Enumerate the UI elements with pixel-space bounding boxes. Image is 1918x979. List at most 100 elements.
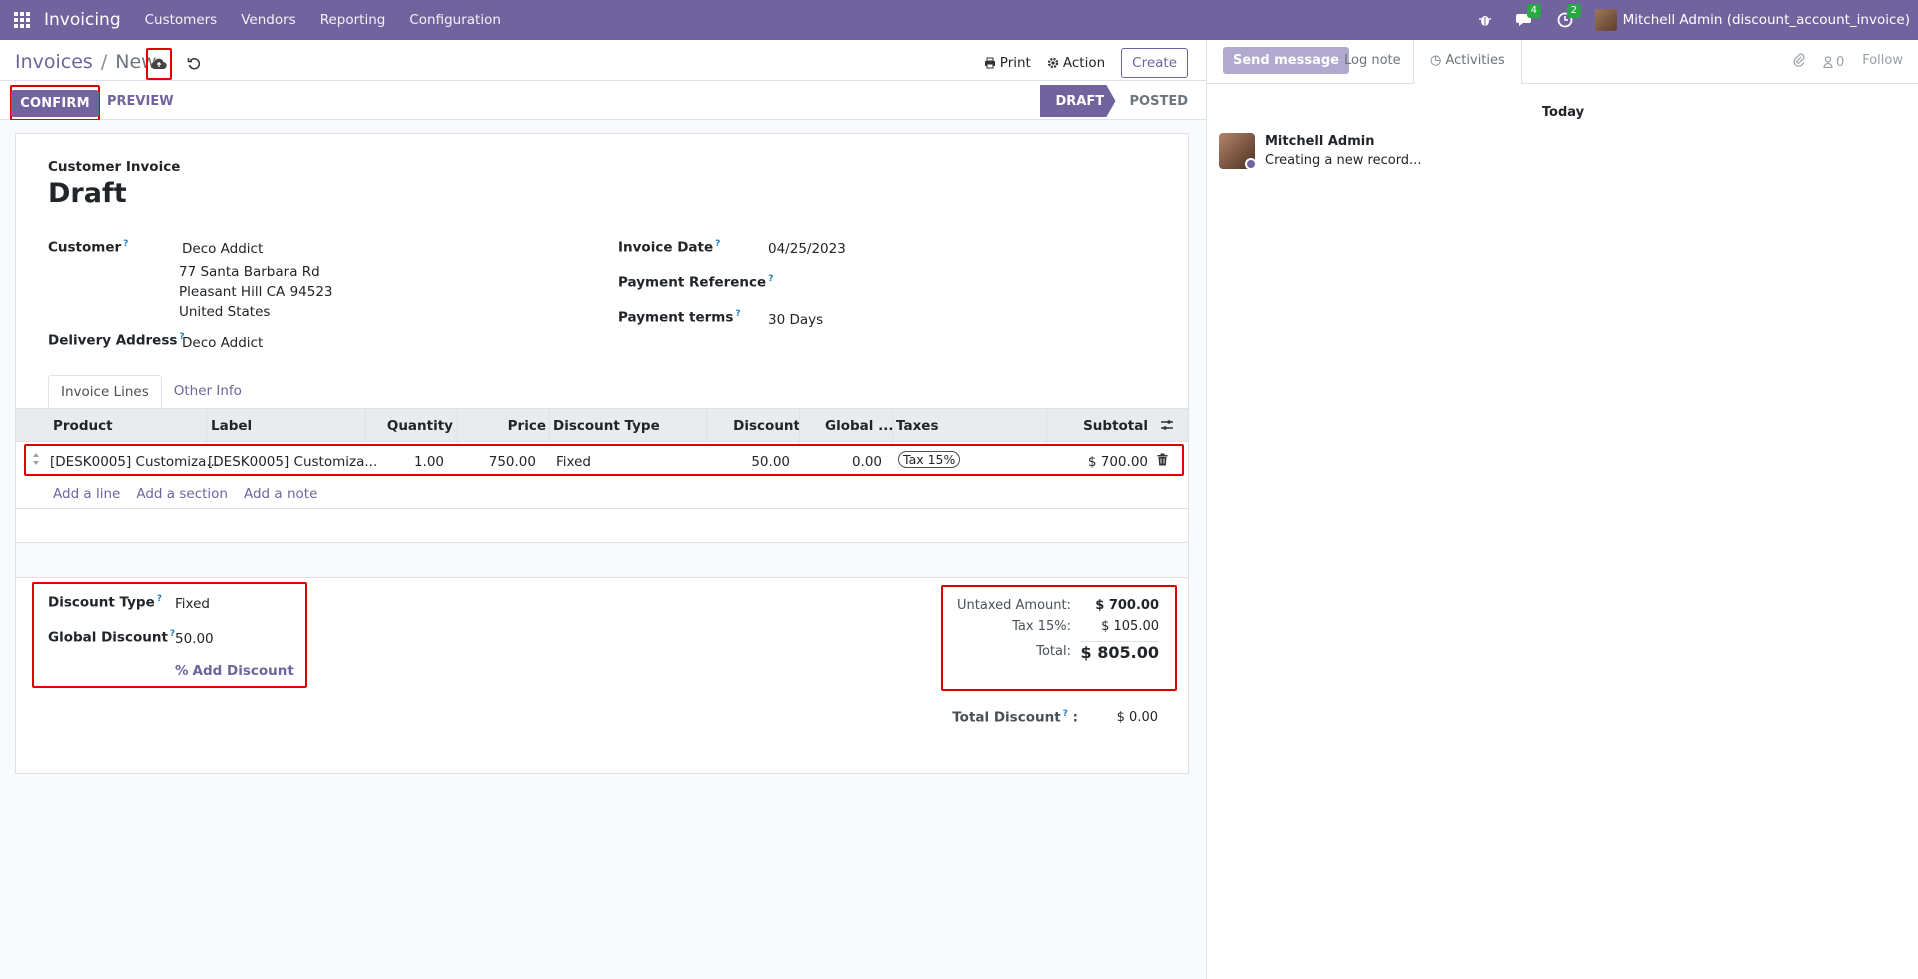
tab-invoice-lines[interactable]: Invoice Lines	[48, 375, 162, 409]
menu-reporting[interactable]: Reporting	[320, 12, 386, 28]
add-discount-label: Add Discount	[192, 663, 294, 679]
confirm-button[interactable]: CONFIRM	[11, 89, 99, 117]
line-price[interactable]: 750.00	[489, 454, 536, 470]
online-status-dot	[1245, 158, 1257, 170]
payment-reference-field[interactable]	[768, 274, 1048, 292]
divider	[16, 577, 1188, 578]
message-author[interactable]: Mitchell Admin	[1265, 134, 1374, 149]
payment-reference-label: Payment Reference?	[618, 274, 774, 291]
confirm-highlight: CONFIRM	[10, 85, 100, 121]
invoice-date-field[interactable]: 04/25/2023	[768, 241, 846, 257]
discount-type-field[interactable]: Fixed	[175, 596, 210, 612]
cloud-upload-icon	[151, 58, 167, 70]
menu-configuration[interactable]: Configuration	[409, 12, 501, 28]
invoice-title: Draft	[48, 178, 127, 209]
line-global-discount[interactable]: 0.00	[852, 454, 882, 470]
action-button[interactable]: Action	[1047, 55, 1105, 71]
activities-label: Activities	[1445, 53, 1505, 68]
debug-bug-icon[interactable]	[1475, 10, 1495, 30]
line-taxes[interactable]: Tax 15%	[898, 451, 961, 468]
messages-badge: 4	[1526, 4, 1541, 18]
optional-columns-toggle-icon[interactable]	[1160, 419, 1174, 435]
tab-other-info[interactable]: Other Info	[162, 375, 254, 409]
menu-customers[interactable]: Customers	[145, 12, 218, 28]
global-discount-label: Global Discount?	[48, 629, 176, 646]
col-product[interactable]: Product	[53, 418, 113, 434]
total-label: Total:	[1036, 644, 1071, 659]
stage-pipeline: DRAFT POSTED	[1039, 85, 1188, 117]
user-avatar	[1594, 9, 1617, 31]
drag-handle-icon[interactable]	[32, 452, 40, 470]
line-label[interactable]: [DESK0005] Customiza...	[208, 454, 377, 470]
trash-icon[interactable]	[1157, 453, 1168, 470]
divider	[16, 508, 1188, 509]
col-subtotal[interactable]: Subtotal	[1083, 418, 1148, 434]
col-taxes[interactable]: Taxes	[896, 418, 938, 434]
stage-draft[interactable]: DRAFT	[1039, 85, 1116, 117]
col-global-discount[interactable]: Global ...	[825, 418, 893, 434]
col-price[interactable]: Price	[508, 418, 546, 434]
breadcrumb-separator: /	[100, 51, 108, 73]
save-cloud-button[interactable]	[146, 48, 172, 80]
print-button[interactable]: Print	[984, 55, 1031, 71]
total-amount: $ 805.00	[1080, 641, 1159, 662]
paperclip-icon[interactable]	[1793, 53, 1805, 71]
activities-clock-icon[interactable]: 2	[1555, 4, 1581, 30]
address-line-1: 77 Santa Barbara Rd	[179, 264, 320, 280]
total-discount-label: Total Discount? :	[952, 709, 1078, 726]
apps-menu-icon[interactable]	[0, 0, 44, 40]
tax-amount: $ 105.00	[1101, 619, 1159, 634]
menu-vendors[interactable]: Vendors	[241, 12, 295, 28]
follow-button[interactable]: Follow	[1862, 53, 1903, 71]
log-note-button[interactable]: Log note	[1344, 53, 1401, 68]
line-discount-type[interactable]: Fixed	[556, 454, 591, 470]
create-button[interactable]: Create	[1121, 48, 1188, 78]
line-discount[interactable]: 50.00	[751, 454, 790, 470]
col-quantity[interactable]: Quantity	[387, 418, 453, 434]
activities-button[interactable]: ◷ Activities	[1413, 40, 1522, 84]
add-discount-button[interactable]: % Add Discount	[175, 663, 294, 679]
breadcrumb-parent[interactable]: Invoices	[15, 51, 93, 73]
payment-terms-field[interactable]: 30 Days	[768, 312, 823, 328]
global-discount-field[interactable]: 50.00	[175, 631, 214, 647]
chatter-panel: Send message Log note ◷ Activities 0 Fol…	[1206, 40, 1918, 979]
followers-button[interactable]: 0	[1823, 53, 1844, 71]
address-line-2: Pleasant Hill CA 94523	[179, 284, 333, 300]
stage-posted[interactable]: POSTED	[1116, 94, 1188, 109]
invoice-lines-header: Product Label Quantity Price Discount Ty…	[16, 408, 1188, 443]
table-row[interactable]: [DESK0005] Customiza... [DESK0005] Custo…	[24, 444, 1184, 476]
user-name: Mitchell Admin (discount_account_invoice…	[1622, 12, 1910, 28]
activities-badge: 2	[1566, 4, 1581, 18]
col-label[interactable]: Label	[211, 418, 252, 434]
customer-field[interactable]: Deco Addict	[182, 241, 263, 257]
add-a-section-link[interactable]: Add a section	[136, 486, 228, 502]
add-a-note-link[interactable]: Add a note	[244, 486, 317, 502]
undo-icon	[187, 58, 201, 70]
add-line-links: Add a line Add a section Add a note	[53, 486, 317, 502]
delivery-address-field[interactable]: Deco Addict	[182, 335, 263, 351]
top-navbar: Invoicing Customers Vendors Reporting Co…	[0, 0, 1918, 40]
preview-button[interactable]: PREVIEW	[107, 94, 174, 109]
followers-count: 0	[1835, 54, 1845, 70]
untaxed-label: Untaxed Amount:	[957, 598, 1071, 613]
line-quantity[interactable]: 1.00	[414, 454, 444, 470]
payment-terms-label: Payment terms?	[618, 309, 741, 326]
notebook-tabs: Invoice Lines Other Info	[48, 375, 254, 409]
app-name[interactable]: Invoicing	[44, 10, 121, 30]
user-menu[interactable]: Mitchell Admin (discount_account_invoice…	[1594, 9, 1910, 31]
add-a-line-link[interactable]: Add a line	[53, 486, 120, 502]
invoice-date-label: Invoice Date?	[618, 239, 721, 256]
col-discount-type[interactable]: Discount Type	[553, 418, 660, 434]
discount-section: Discount Type? Fixed Global Discount? 50…	[32, 582, 307, 688]
tax-label: Tax 15%:	[1012, 619, 1071, 634]
discount-type-label: Discount Type?	[48, 594, 162, 611]
messages-icon[interactable]: 4	[1515, 4, 1541, 30]
printer-icon	[984, 57, 995, 69]
percent-icon: %	[175, 663, 189, 679]
col-discount[interactable]: Discount	[733, 418, 800, 434]
chatter-topbar: Send message Log note ◷ Activities 0 Fol…	[1207, 40, 1918, 84]
control-panel: Invoices / New Print Action Create CONFI…	[0, 40, 1206, 121]
send-message-button[interactable]: Send message	[1223, 47, 1349, 74]
line-product[interactable]: [DESK0005] Customiza...	[50, 454, 219, 470]
discard-undo-button[interactable]	[184, 53, 204, 73]
